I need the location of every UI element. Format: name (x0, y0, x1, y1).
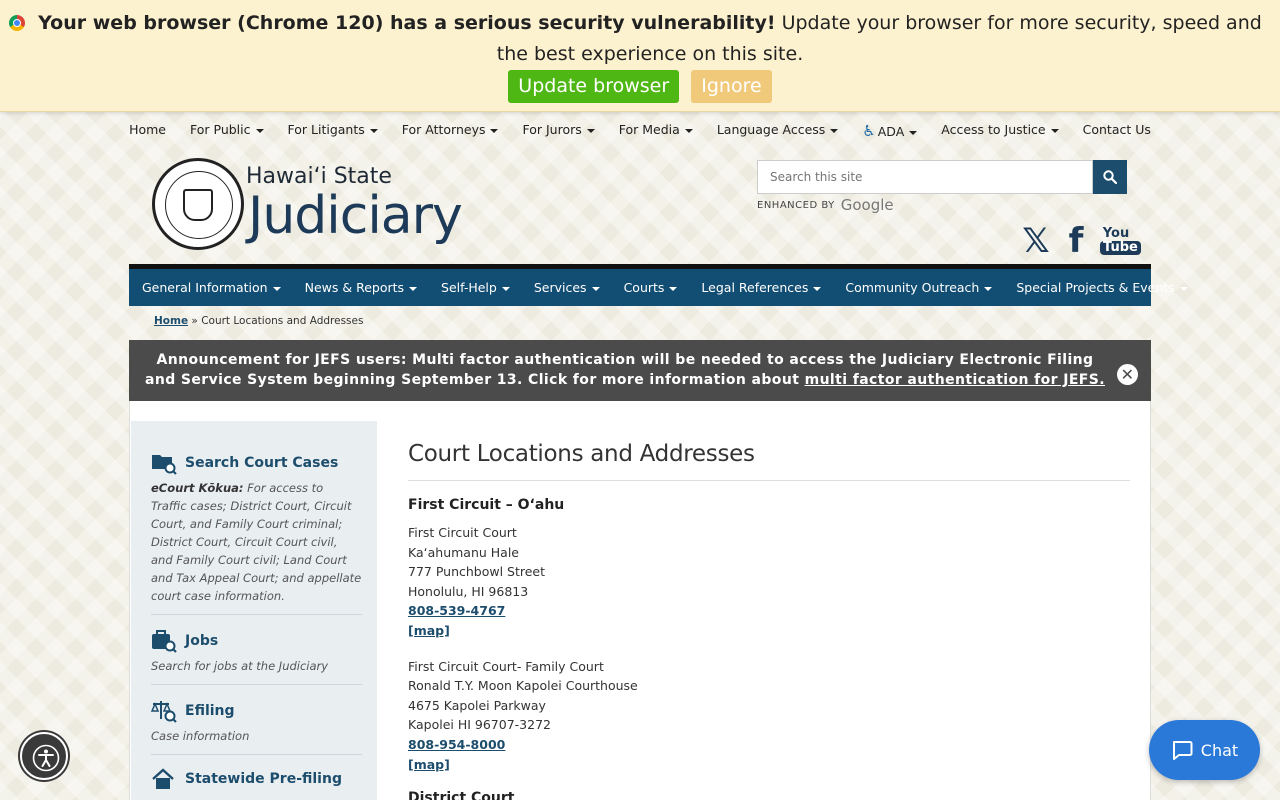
util-nav-access-to-justice[interactable]: Access to Justice (929, 122, 1070, 140)
announcement-link[interactable]: multi factor authentication for JEFS. (805, 372, 1105, 388)
main-content: Court Locations and Addresses First Circ… (408, 441, 1130, 800)
logo-title: Judiciary (248, 186, 463, 246)
sidebar: Search Court Cases eCourt Kōkua: For acc… (131, 421, 377, 800)
social-links: 𝕏 f You Tube (1020, 224, 1141, 258)
ignore-button[interactable]: Ignore (691, 70, 772, 103)
accessibility-icon (32, 744, 60, 772)
caret-down-icon (669, 286, 678, 291)
utility-nav: Home For Public For Litigants For Attorn… (0, 122, 1280, 140)
caret-down-icon (490, 128, 499, 133)
search-input[interactable] (757, 160, 1093, 194)
close-icon[interactable]: ✕ (1117, 364, 1138, 385)
caret-down-icon (255, 128, 264, 133)
caret-down-icon (813, 286, 822, 291)
enhanced-by-google: ENHANCED BY Google (757, 196, 894, 214)
facebook-icon[interactable]: f (1064, 224, 1088, 258)
site-logo[interactable]: Hawaiʻi State Judiciary (152, 158, 463, 252)
update-warning-bold: Your web browser (Chrome 120) has a seri… (38, 12, 776, 34)
map-link[interactable]: [map] (408, 755, 1130, 775)
search-icon (1103, 170, 1117, 184)
search-button[interactable] (1093, 160, 1127, 194)
sidebar-item-efiling[interactable]: Efiling Case information (151, 685, 362, 755)
browser-update-bar: Your web browser (Chrome 120) has a seri… (0, 0, 1280, 112)
nav-self-help[interactable]: Self-Help (429, 280, 522, 295)
sidebar-item-statewide-pre-filing[interactable]: Statewide Pre-filing (151, 755, 362, 800)
util-nav-home[interactable]: Home (117, 122, 178, 140)
house-search-icon (152, 768, 174, 789)
nav-services[interactable]: Services (522, 280, 612, 295)
sidebar-item-description: eCourt Kōkua: For access to Traffic case… (151, 481, 362, 603)
section-title: District Court (408, 790, 515, 800)
caret-down-icon (409, 286, 418, 291)
caret-down-icon (984, 286, 993, 291)
caret-down-icon (1179, 286, 1188, 291)
content-area: Search Court Cases eCourt Kōkua: For acc… (129, 401, 1151, 800)
sidebar-item-label: Efiling (185, 703, 235, 719)
x-twitter-icon[interactable]: 𝕏 (1020, 224, 1052, 258)
phone-link[interactable]: 808-954-8000 (408, 735, 1130, 755)
breadcrumb-current: Court Locations and Addresses (201, 315, 364, 327)
scales-search-icon (151, 701, 177, 723)
court-location: First Circuit Court Kaʻahumanu Hale 777 … (408, 523, 1130, 641)
update-message: Your web browser (Chrome 120) has a seri… (0, 0, 1280, 70)
youtube-icon[interactable]: You Tube (1100, 227, 1141, 255)
nav-news-reports[interactable]: News & Reports (293, 280, 429, 295)
accessibility-button[interactable] (20, 732, 68, 780)
breadcrumb-separator: » (191, 315, 198, 327)
util-nav-for-media[interactable]: For Media (607, 122, 705, 140)
nav-general-information[interactable]: General Information (130, 280, 293, 295)
briefcase-search-icon (152, 630, 177, 653)
caret-down-icon (830, 128, 839, 133)
sidebar-item-description: Search for jobs at the Judiciary (151, 659, 329, 673)
sidebar-item-label: Jobs (185, 633, 219, 649)
caret-down-icon (909, 130, 918, 135)
util-nav-for-jurors[interactable]: For Jurors (510, 122, 606, 140)
sidebar-item-jobs[interactable]: Jobs Search for jobs at the Judiciary (151, 615, 362, 685)
main-nav: General Information News & Reports Self-… (129, 264, 1188, 306)
sidebar-item-description: Case information (151, 729, 250, 743)
phone-link[interactable]: 808-539-4767 (408, 601, 1130, 621)
util-nav-ada[interactable]: ♿ ADA (850, 122, 929, 140)
site-search (757, 160, 1127, 194)
folder-search-icon (152, 455, 177, 475)
nav-legal-references[interactable]: Legal References (689, 280, 833, 295)
util-nav-contact-us[interactable]: Contact Us (1071, 122, 1163, 140)
caret-down-icon (501, 286, 510, 291)
util-nav-for-public[interactable]: For Public (178, 122, 276, 140)
court-location: First Circuit Court- Family Court Ronald… (408, 657, 1130, 775)
util-nav-for-litigants[interactable]: For Litigants (276, 122, 390, 140)
chat-button[interactable]: Chat (1149, 720, 1260, 780)
google-logo: Google (840, 196, 894, 214)
breadcrumb: Home » Court Locations and Addresses (154, 315, 363, 327)
util-nav-for-attorneys[interactable]: For Attorneys (390, 122, 511, 140)
util-nav-language-access[interactable]: Language Access (705, 122, 850, 140)
update-browser-button[interactable]: Update browser (508, 70, 680, 103)
wheelchair-icon: ♿ (862, 122, 876, 140)
caret-down-icon (591, 286, 600, 291)
section-title: First Circuit – Oʻahu (408, 497, 565, 513)
nav-community-outreach[interactable]: Community Outreach (833, 280, 1004, 295)
page-title: Court Locations and Addresses (408, 441, 1130, 481)
chat-bubble-icon (1172, 741, 1193, 760)
judiciary-seal-icon (152, 158, 244, 250)
breadcrumb-home-link[interactable]: Home (154, 315, 188, 327)
chrome-icon (9, 15, 25, 31)
sidebar-item-label: Statewide Pre-filing (185, 771, 342, 787)
caret-down-icon (369, 128, 378, 133)
sidebar-item-search-court-cases[interactable]: Search Court Cases eCourt Kōkua: For acc… (151, 421, 362, 615)
caret-down-icon (586, 128, 595, 133)
nav-special-projects-events[interactable]: Special Projects & Events (1004, 280, 1199, 295)
caret-down-icon (1050, 128, 1059, 133)
map-link[interactable]: [map] (408, 621, 1130, 641)
caret-down-icon (684, 128, 693, 133)
caret-down-icon (272, 286, 281, 291)
sidebar-item-label: Search Court Cases (185, 455, 339, 471)
chat-label: Chat (1200, 740, 1239, 760)
nav-courts[interactable]: Courts (612, 280, 690, 295)
announcement-banner: Announcement for JEFS users: Multi facto… (129, 340, 1151, 401)
